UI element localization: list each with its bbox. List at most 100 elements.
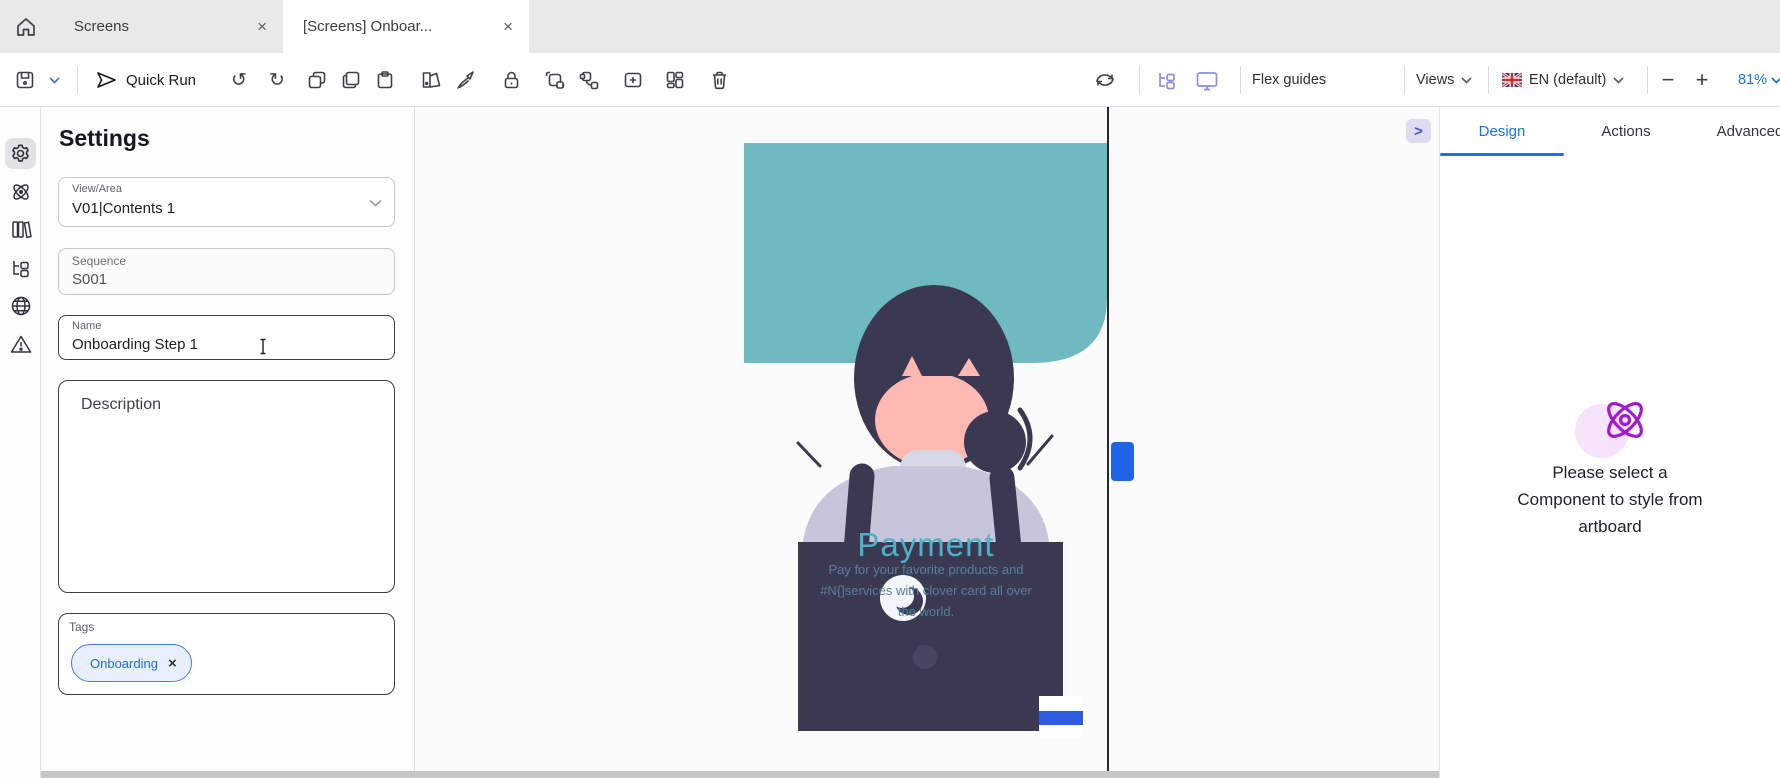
message-line: Please select a (1552, 463, 1667, 482)
monitor-icon (1195, 70, 1219, 91)
horizontal-scrollbar[interactable] (41, 771, 1439, 778)
undo-icon: ↺ (231, 71, 247, 90)
tags-field[interactable]: Tags Onboarding × (58, 613, 395, 695)
brush-button[interactable] (448, 63, 482, 97)
paste-icon (375, 70, 395, 90)
group-icon (544, 70, 566, 90)
message-line: Component to style from (1517, 490, 1702, 509)
tab-screens[interactable]: Screens × (54, 0, 283, 53)
tag-chip-onboarding[interactable]: Onboarding × (71, 644, 192, 682)
minus-icon: − (1662, 69, 1675, 91)
description-textarea[interactable]: Description (58, 380, 395, 593)
tab-label: [Screens] Onboar... (303, 18, 489, 35)
remove-tag-icon[interactable]: × (168, 656, 177, 671)
delete-button[interactable] (702, 63, 736, 97)
undo-button[interactable]: ↺ (222, 63, 256, 97)
text-cursor-icon (258, 338, 268, 355)
brush-icon (455, 70, 476, 91)
artboard-canvas[interactable]: Payment Pay for your favorite products a… (415, 107, 1439, 778)
panel-expand-button[interactable]: > (1406, 119, 1431, 143)
copy-button[interactable] (300, 63, 334, 97)
sync-icon (1093, 70, 1117, 90)
toolbar-separator (1240, 66, 1241, 94)
language-dropdown[interactable]: EN (default) (1502, 53, 1624, 107)
swatch-button[interactable] (414, 63, 448, 97)
tab-actions[interactable]: Actions (1564, 107, 1688, 157)
layout-button[interactable] (658, 63, 692, 97)
duplicate-icon (341, 70, 361, 90)
sidebar-item-library[interactable] (5, 214, 36, 245)
sequence-value: S001 (72, 271, 107, 288)
chevron-down-icon (369, 199, 382, 207)
lock-button[interactable] (494, 63, 528, 97)
sequence-label: Sequence (72, 254, 126, 268)
toolbar-separator (1139, 66, 1140, 94)
group-button[interactable] (538, 63, 572, 97)
sync-button[interactable] (1088, 63, 1122, 97)
view-area-label: View/Area (72, 183, 122, 195)
zoom-in-button[interactable]: + (1688, 63, 1716, 97)
toolbar-separator (1647, 66, 1648, 94)
layout-icon (665, 70, 685, 90)
active-tab-underline (1440, 153, 1564, 156)
screen-tree-button[interactable] (1150, 63, 1184, 97)
close-icon[interactable]: × (503, 18, 513, 35)
tab-screens-onboarding[interactable]: [Screens] Onboar... × (283, 0, 529, 53)
name-input[interactable]: Name Onboarding Step 1 (58, 315, 395, 360)
warning-icon (10, 334, 32, 354)
settings-panel: Settings View/Area V01|Contents 1 Sequen… (41, 107, 415, 772)
flag-stripe (1039, 711, 1083, 725)
ungroup-button[interactable] (572, 63, 606, 97)
sidebar-item-components[interactable] (5, 176, 36, 207)
left-icon-rail (0, 107, 41, 778)
swatch-icon (421, 70, 442, 90)
flag-icon (1502, 73, 1522, 87)
tab-advanced[interactable]: Advanced (1688, 107, 1780, 157)
zoom-level-dropdown[interactable]: 81% (1738, 53, 1780, 107)
zoom-level-value: 81% (1738, 72, 1767, 88)
add-screen-button[interactable] (616, 63, 650, 97)
body-line: Pay for your favorite products and (828, 562, 1023, 577)
chevron-down-icon (49, 77, 60, 84)
home-button[interactable] (0, 0, 52, 53)
toolbar-separator (1404, 66, 1405, 94)
copy-icon (307, 70, 327, 90)
quick-run-button[interactable]: Quick Run (88, 63, 204, 97)
empty-state-message: Please select a Component to style from … (1460, 459, 1760, 540)
redo-icon: ↻ (269, 71, 285, 90)
tab-design[interactable]: Design (1440, 107, 1564, 157)
view-area-value: V01|Contents 1 (72, 200, 175, 217)
save-options-button[interactable] (42, 63, 66, 97)
trash-icon (710, 70, 729, 90)
home-icon (15, 16, 37, 38)
views-label: Views (1416, 72, 1454, 88)
description-placeholder: Description (81, 396, 161, 414)
tab-label: Advanced (1717, 123, 1780, 140)
duplicate-button[interactable] (334, 63, 368, 97)
sidebar-item-issues[interactable] (5, 328, 36, 359)
tree-icon (10, 258, 32, 278)
preview-monitor-button[interactable] (1190, 63, 1224, 97)
tab-label: Actions (1601, 123, 1650, 140)
tab-label: Screens (74, 18, 243, 35)
paste-button[interactable] (368, 63, 402, 97)
zoom-out-button[interactable]: − (1654, 63, 1682, 97)
gear-icon (10, 143, 31, 164)
sidebar-item-settings[interactable] (5, 138, 36, 169)
screen-body-text[interactable]: Pay for your favorite products and #N{]s… (744, 559, 1108, 622)
view-area-select[interactable]: View/Area V01|Contents 1 (58, 177, 395, 227)
plus-icon: + (1696, 69, 1709, 91)
tag-label: Onboarding (90, 656, 158, 671)
close-icon[interactable]: × (257, 18, 267, 35)
sidebar-item-localization[interactable] (5, 290, 36, 321)
redo-button[interactable]: ↻ (260, 63, 294, 97)
settings-title: Settings (59, 125, 150, 152)
artboard-resize-handle[interactable] (1111, 442, 1134, 481)
atom-icon (10, 181, 32, 203)
quick-run-icon (96, 71, 117, 89)
sidebar-item-structure[interactable] (5, 252, 36, 283)
toolbar: Quick Run ↺ ↻ (0, 53, 1780, 107)
views-dropdown[interactable]: Views (1416, 53, 1472, 107)
sequence-field[interactable]: Sequence S001 (58, 248, 395, 295)
save-button[interactable] (8, 63, 42, 97)
